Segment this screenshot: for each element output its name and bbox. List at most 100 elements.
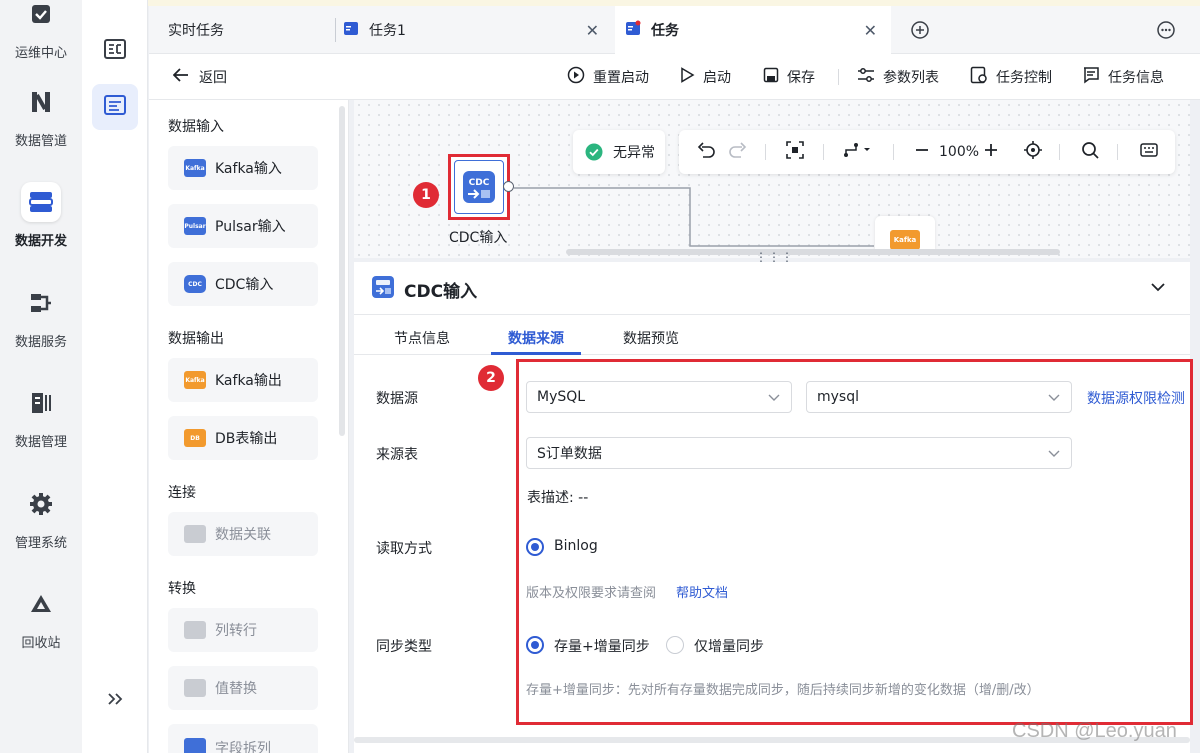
tab-data-preview[interactable]: 数据预览 [623,328,679,348]
redo-button[interactable] [729,130,747,174]
search-icon [1081,141,1099,163]
cdc-node-label: CDC输入 [449,230,508,246]
rail-item-admin[interactable]: 管理系统 [0,484,82,551]
node-label: Kafka输出 [215,373,282,389]
node-unpivot[interactable]: 列转行 [168,608,318,652]
rail-label: 数据管理 [14,435,67,450]
node-value-replace[interactable]: 值替换 [168,666,318,710]
kafka-output-icon: Kafka [184,371,206,389]
node-panel-scrollbar[interactable] [339,106,345,436]
node-data-join[interactable]: 数据关联 [168,512,318,556]
data-manage-icon [21,383,61,423]
rail-item-data-dev[interactable]: 数据开发 [0,182,82,249]
value-replace-icon [184,679,206,697]
rail-item-pipeline[interactable]: 数据管道 [0,82,82,149]
kafka-output-node[interactable]: Kafka [875,216,935,250]
section-title-join: 连接 [168,485,196,501]
search-button[interactable] [1081,130,1099,174]
keyboard-button[interactable] [1140,130,1158,174]
param-list-button[interactable]: 参数列表 [857,54,939,100]
cdc-input-node[interactable]: CDC [448,154,510,220]
close-icon[interactable]: ✕ [864,21,877,40]
save-label: 保存 [787,70,815,86]
watermark: CSDN @Leo.yuan [1012,720,1177,742]
task-info-label: 任务信息 [1108,70,1164,86]
tab-task1[interactable]: 任务1 ✕ [343,6,613,54]
fit-view-icon [786,141,804,163]
save-icon [763,67,787,87]
add-tab-button[interactable] [911,21,929,43]
rail-label: 数据管道 [14,134,67,149]
toolbar-divider [765,144,766,160]
kafka-input-icon: Kafka [184,159,206,177]
tab-data-source[interactable]: 数据来源 [508,328,564,348]
zoom-in-button[interactable] [983,130,999,174]
rail-item-recycle[interactable]: 回收站 [0,584,82,651]
node-kafka-input[interactable]: Kafka Kafka输入 [168,146,318,190]
tab-label: 实时任务 [168,23,224,39]
task-info-button[interactable]: 任务信息 [1082,54,1164,100]
cdc-title-icon [372,276,394,298]
realtime-task-button[interactable] [92,84,138,130]
rail-label: 数据开发 [14,234,67,249]
sliders-icon [857,67,883,87]
minus-icon [914,142,930,162]
node-label: 字段拆列 [215,741,271,753]
sql-dev-button[interactable] [92,28,138,74]
node-kafka-output[interactable]: Kafka Kafka输出 [168,358,318,402]
chevron-down-icon [1150,280,1166,296]
toolbar-divider [838,69,839,85]
more-button[interactable] [1157,21,1175,43]
save-button[interactable]: 保存 [763,54,815,100]
tab-task[interactable]: 任务 ✕ [615,6,891,54]
rail-label: 回收站 [21,636,61,651]
cdc-node-icon: CDC [454,160,504,214]
task-control-button[interactable]: 任务控制 [970,54,1052,100]
kafka-node-icon: Kafka [890,230,920,250]
annotation-marker-2: 2 [478,365,504,391]
check-circle-icon [585,143,603,161]
node-split-column[interactable]: 字段拆列 [168,724,318,753]
datasource-label: 数据源 [376,391,418,407]
task-control-icon [970,66,996,88]
tab-realtime-tasks[interactable]: 实时任务 [168,6,224,54]
section-title-input: 数据输入 [168,119,224,135]
zoom-out-button[interactable] [914,130,930,174]
line-style-dropdown[interactable] [843,130,873,174]
locate-button[interactable] [1024,130,1042,174]
highlight-box [516,359,1193,725]
sql-icon [104,39,126,63]
play-icon [679,67,703,87]
restart-button[interactable]: 重置启动 [567,54,649,100]
fit-view-button[interactable] [786,130,804,174]
back-button[interactable]: 返回 [172,54,227,100]
collapse-button[interactable] [1150,280,1166,296]
data-dev-icon [21,182,61,222]
close-icon[interactable]: ✕ [586,21,599,40]
start-button[interactable]: 启动 [679,54,731,100]
expand-sidebar-button[interactable] [92,678,138,724]
rail-label: 管理系统 [14,536,67,551]
toolbar: 返回 重置启动 启动 保存 参数列表 任务控制 任务信息 [149,54,1200,100]
rail-item-data-service[interactable]: 数据服务 [0,283,82,350]
restart-icon [567,66,593,88]
canvas-scrollbar[interactable] [566,249,1060,255]
node-cdc-input[interactable]: CDC CDC输入 [168,262,318,306]
rail-item-data-manage[interactable]: 数据管理 [0,383,82,450]
param-list-label: 参数列表 [883,70,939,86]
node-output-port[interactable] [503,181,514,192]
node-pulsar-input[interactable]: Pulsar Pulsar输入 [168,204,318,248]
undo-button[interactable] [697,130,715,174]
status-indicator: 无异常 [573,130,665,174]
node-label: 数据关联 [215,527,271,543]
node-db-output[interactable]: DB DB表输出 [168,416,318,460]
rail-item-ops[interactable]: 运维中心 [0,0,82,61]
toolbar-divider [1117,144,1118,160]
plus-circle-icon [911,21,929,43]
toolbar-divider [823,144,824,160]
node-label: 值替换 [215,681,257,697]
resize-handle[interactable]: ⋮⋮⋮ [755,251,794,263]
gear-icon [21,484,61,524]
tab-node-info[interactable]: 节点信息 [394,328,450,348]
db-output-icon: DB [184,429,206,447]
